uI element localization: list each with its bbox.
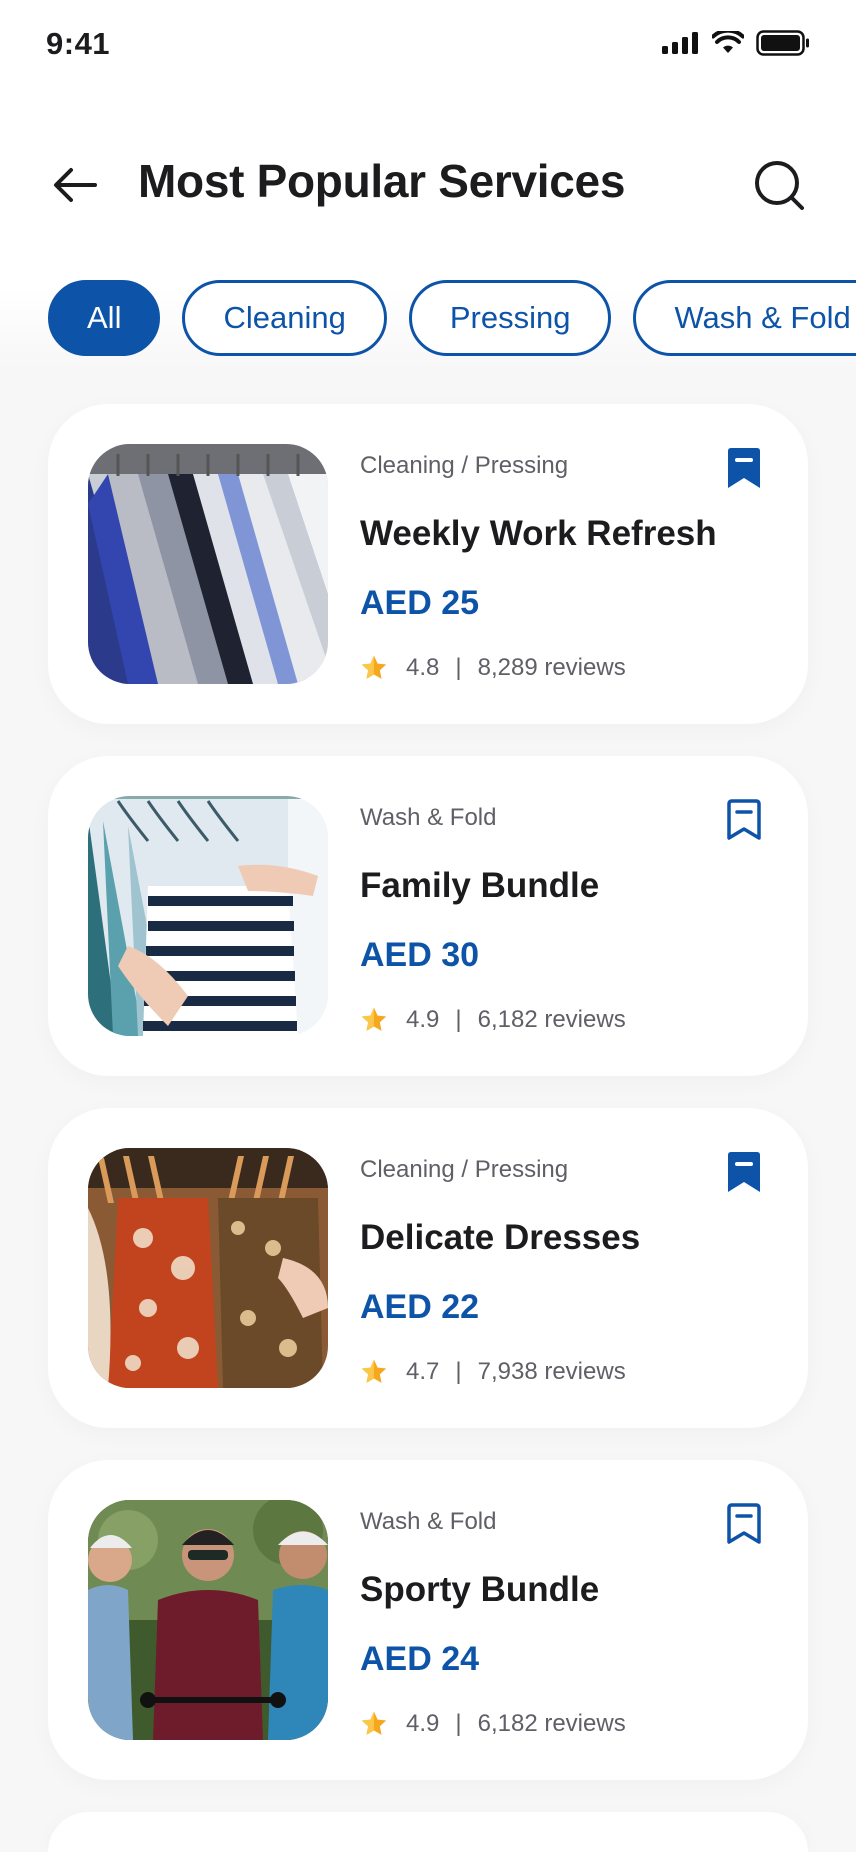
rating-separator: | <box>455 654 462 681</box>
service-card[interactable]: Wash & Fold Family Bundle AED 30 4.9 | 6… <box>48 756 808 1076</box>
service-category: Cleaning / Pressing <box>360 1156 569 1183</box>
service-price: AED 30 <box>360 936 480 974</box>
filter-chip-all[interactable]: All <box>48 280 161 356</box>
header: Most Popular Services All Cleaning Pressin… <box>0 90 856 370</box>
service-card-partial[interactable] <box>48 1812 808 1852</box>
page-title: Most Popular Services <box>138 155 626 207</box>
rating-value: 4.9 <box>406 1710 440 1737</box>
arrow-left-icon <box>54 168 97 202</box>
service-category: Wash & Fold <box>360 1508 497 1535</box>
review-count: 7,938 reviews <box>477 1358 626 1385</box>
service-rating: 4.9 | 6,182 reviews <box>360 1006 626 1034</box>
filter-chip-cleaning[interactable]: Cleaning <box>182 280 387 356</box>
star-icon <box>361 1007 387 1031</box>
review-count: 6,182 reviews <box>477 1710 626 1737</box>
shirts-on-hangers-photo <box>88 444 328 684</box>
search-button[interactable] <box>750 156 810 216</box>
service-category: Wash & Fold <box>360 804 497 831</box>
striped-shirts-rack-photo <box>88 796 328 1036</box>
search-icon <box>755 161 804 210</box>
rating-separator: | <box>455 1006 462 1033</box>
review-count: 8,289 reviews <box>477 654 626 681</box>
service-price: AED 24 <box>360 1640 480 1678</box>
rating-separator: | <box>455 1710 462 1737</box>
rating-separator: | <box>455 1358 462 1385</box>
status-bar: 9:41 <box>0 0 856 90</box>
service-card[interactable]: Cleaning / Pressing Delicate Dresses AED… <box>48 1108 808 1428</box>
filter-chip-pressing[interactable]: Pressing <box>408 280 612 356</box>
back-button[interactable] <box>50 160 100 210</box>
service-image <box>88 1500 328 1740</box>
service-title: Delicate Dresses <box>360 1218 641 1257</box>
bookmark-filled-icon[interactable] <box>724 1150 764 1194</box>
battery-icon <box>756 30 809 56</box>
status-time: 9:41 <box>46 26 111 61</box>
cellular-signal-icon <box>662 32 698 54</box>
service-title: Sporty Bundle <box>360 1570 600 1609</box>
service-title: Weekly Work Refresh <box>360 514 717 553</box>
rating-value: 4.8 <box>406 654 440 681</box>
status-icons <box>662 30 810 56</box>
service-card[interactable]: Wash & Fold Sporty Bundle AED 24 4.9 | 6… <box>48 1460 808 1780</box>
service-image <box>88 796 328 1036</box>
service-title: Family Bundle <box>360 866 600 905</box>
bookmark-outline-icon[interactable] <box>724 798 764 842</box>
bookmark-filled-icon[interactable] <box>724 446 764 490</box>
filter-chips: All Cleaning Pressing Wash & Fold <box>48 280 856 360</box>
wifi-icon <box>712 31 744 53</box>
star-icon <box>361 1711 387 1735</box>
service-rating: 4.7 | 7,938 reviews <box>360 1358 626 1386</box>
cyclists-photo <box>88 1500 328 1740</box>
service-rating: 4.9 | 6,182 reviews <box>360 1710 626 1738</box>
service-price: AED 22 <box>360 1288 480 1326</box>
service-image <box>88 444 328 684</box>
service-image <box>88 1148 328 1388</box>
filter-chip-wash-fold[interactable]: Wash & Fold <box>633 280 856 356</box>
service-category: Cleaning / Pressing <box>360 452 569 479</box>
star-icon <box>361 1359 387 1383</box>
rating-value: 4.7 <box>406 1358 440 1385</box>
star-icon <box>361 655 387 679</box>
service-card[interactable]: Cleaning / Pressing Weekly Work Refresh … <box>48 404 808 724</box>
service-rating: 4.8 | 8,289 reviews <box>360 654 626 682</box>
dresses-rack-photo <box>88 1148 328 1388</box>
review-count: 6,182 reviews <box>477 1006 626 1033</box>
bookmark-outline-icon[interactable] <box>724 1502 764 1546</box>
rating-value: 4.9 <box>406 1006 440 1033</box>
service-price: AED 25 <box>360 584 480 622</box>
